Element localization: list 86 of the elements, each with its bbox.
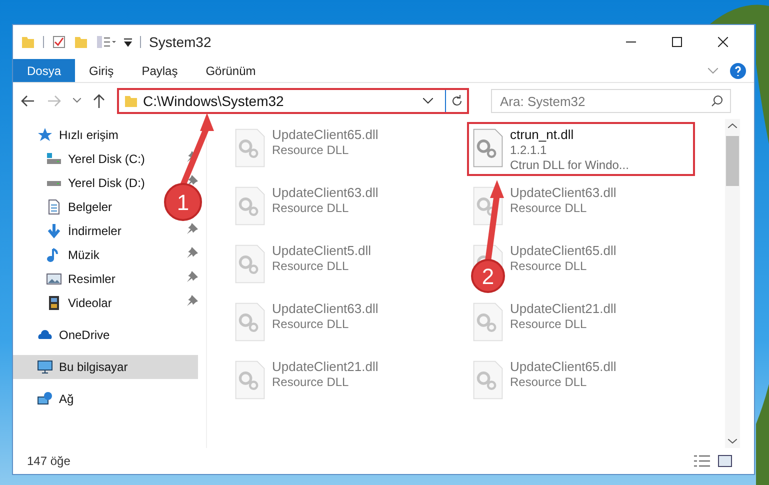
file-name: UpdateClient65.dll [510,358,616,375]
file-name: UpdateClient65.dll [510,242,616,259]
sidebar-item[interactable]: Hızlı erişim [13,123,126,147]
star-icon [37,127,53,143]
pin-icon[interactable] [187,271,198,282]
dropdown-caret-icon[interactable] [423,98,433,104]
file-name: ctrun_nt.dll [510,126,575,143]
up-arrow-icon[interactable] [93,94,105,108]
sidebar-item[interactable]: Ağ [13,387,82,411]
ribbon-tab[interactable]: Dosya [13,59,76,82]
sidebar-item[interactable]: Belgeler [13,195,120,219]
file-name: UpdateClient63.dll [272,300,378,317]
dll-file-icon [472,300,504,344]
pin-icon[interactable] [187,175,198,186]
file-name: UpdateClient21.dll [272,358,378,375]
dll-file-icon [234,242,266,286]
scrollbar[interactable] [725,119,740,448]
file-name: UpdateClient5.dll [272,242,372,259]
minimize-icon [626,41,636,43]
sidebar-item[interactable]: Videolar [13,291,120,315]
dll-file-icon [472,126,504,170]
ribbon-tab[interactable]: Giriş [75,59,128,82]
scrollbar-thumb[interactable] [726,136,739,186]
scroll-up-icon[interactable] [728,123,737,128]
picture-icon [46,271,62,287]
download-arrow-icon [46,223,62,239]
file-detail: Resource DLL [272,259,350,274]
ribbon-tab[interactable]: Görünüm [192,59,270,82]
document-icon [46,199,62,215]
drive-icon [46,180,62,186]
file-name: UpdateClient63.dll [272,184,378,201]
network-icon [37,391,53,407]
file-name: UpdateClient63.dll [510,184,616,201]
search-icon [711,95,723,107]
scroll-down-icon[interactable] [728,439,737,444]
file-detail: Resource DLL [510,201,588,216]
address-bar[interactable]: C:\Windows\System32 [117,88,469,114]
dll-file-icon [472,358,504,402]
ribbon-tab[interactable]: Paylaş [128,59,192,82]
customize-caret-icon[interactable] [124,37,132,47]
file-detail: Ctrun DLL for Windo... [510,158,629,173]
close-icon [718,37,728,47]
details-view-icon[interactable] [694,455,710,467]
file-name: UpdateClient65.dll [272,126,378,143]
sidebar-item[interactable]: Müzik [13,243,108,267]
recent-caret-icon[interactable] [73,98,81,104]
sidebar-item[interactable]: Resimler [13,267,124,291]
properties-icon[interactable] [52,35,66,49]
file-detail: Resource DLL [272,375,350,390]
file-item[interactable]: ctrun_nt.dll 1.2.1.1 Ctrun DLL for Windo... [467,122,695,176]
file-detail: Resource DLL [272,201,350,216]
pin-icon[interactable] [187,247,198,258]
large-icons-view-icon[interactable] [718,455,732,467]
item-count: 147 öğe [27,453,70,470]
file-detail: Resource DLL [272,143,350,158]
sidebar-item[interactable]: Yerel Disk (C:) [13,147,153,171]
file-name: UpdateClient21.dll [510,300,616,317]
maximize-icon [672,37,682,47]
search-field[interactable]: Ara: System32 [491,89,731,113]
dll-file-icon [234,358,266,402]
monitor-icon [37,359,53,375]
file-detail: Resource DLL [272,317,350,332]
file-detail: Resource DLL [510,259,588,274]
view-list-icon[interactable] [96,35,116,49]
sidebar-item[interactable]: Bu bilgisayar [13,355,198,379]
sidebar-item[interactable]: İndirmeler [13,219,130,243]
dll-file-icon [234,184,266,228]
help-icon[interactable] [730,62,746,78]
film-icon [46,295,62,311]
pointer-arrow [180,113,214,185]
window-title: System32 [149,32,212,52]
file-detail: 1.2.1.1 [510,143,548,158]
dll-file-icon [234,300,266,344]
back-arrow-icon[interactable] [21,95,35,107]
pin-icon[interactable] [187,295,198,306]
pin-icon[interactable] [187,223,198,234]
refresh-icon [450,95,462,107]
file-detail: Resource DLL [510,317,588,332]
address-path: C:\Windows\System32 [143,92,284,111]
dll-file-icon [234,126,266,170]
drive-icon [46,151,62,167]
sidebar-item[interactable]: Yerel Disk (D:) [13,171,153,195]
ribbon-expand-icon[interactable] [708,68,718,74]
file-detail: Resource DLL [510,375,588,390]
folder-icon [123,94,139,108]
sidebar-item[interactable]: OneDrive [13,323,118,347]
